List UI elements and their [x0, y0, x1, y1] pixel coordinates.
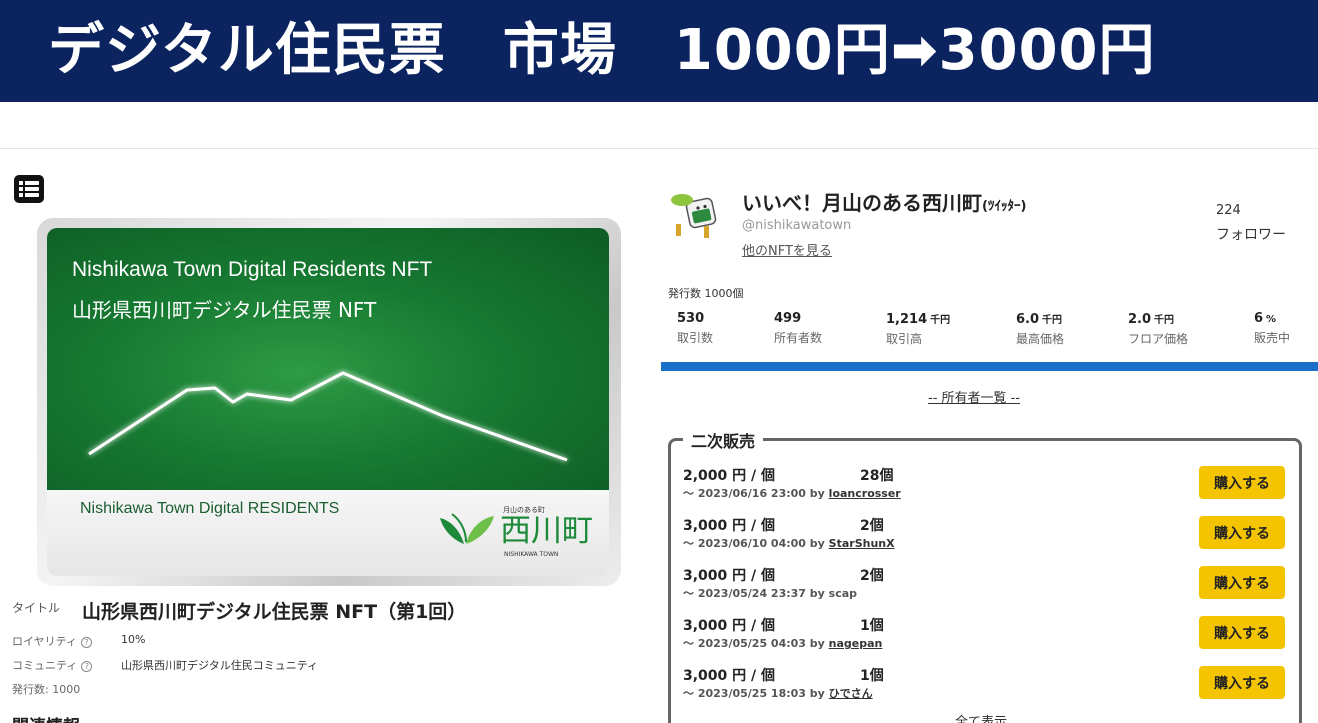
stats-progress-bar: [661, 362, 1318, 371]
banner-title: デジタル住民票 市場 1000円➡3000円: [48, 18, 1156, 83]
stat-trades: 530 取引数: [677, 311, 714, 345]
listing-row: 3,000 円 / 個 2個 ～ 2023/05/24 23:37 by sca…: [683, 565, 1293, 609]
buy-button[interactable]: 購入する: [1199, 516, 1285, 549]
followers-count: 224: [1216, 203, 1241, 218]
top-banner: デジタル住民票 市場 1000円➡3000円: [0, 0, 1318, 102]
owners-list-link[interactable]: -- 所有者一覧 --: [928, 387, 1020, 406]
seller-link[interactable]: loancrosser: [829, 487, 901, 500]
show-all-link[interactable]: 全て表示: [955, 711, 1007, 723]
help-icon[interactable]: ?: [81, 660, 93, 672]
listing-row: 3,000 円 / 個 1個 ～ 2023/05/25 18:03 by ひでさ…: [683, 665, 1293, 709]
card-title-en: Nishikawa Town Digital Residents NFT: [72, 258, 433, 281]
buy-button[interactable]: 購入する: [1199, 616, 1285, 649]
stat-on-sale: 6% 販売中: [1254, 311, 1291, 345]
nft-title: 山形県西川町デジタル住民票 NFT（第1回）: [82, 601, 467, 623]
royalty-value: 10%: [121, 633, 146, 646]
mountain-line: [88, 371, 568, 462]
buy-button[interactable]: 購入する: [1199, 666, 1285, 699]
logo-town-name: 西川町: [500, 513, 593, 549]
secondary-sales-title: 二次販売: [683, 428, 764, 452]
title-label: タイトル: [12, 601, 61, 615]
listing-row: 2,000 円 / 個 28個 ～ 2023/06/16 23:00 by lo…: [683, 465, 1293, 509]
seller-link[interactable]: StarShunX: [829, 537, 895, 550]
followers-label: フォロワー: [1216, 227, 1286, 243]
seller-name: scap: [828, 587, 858, 600]
card-footer-text: Nishikawa Town Digital RESIDENTS: [80, 500, 340, 517]
listing-row: 3,000 円 / 個 1個 ～ 2023/05/25 04:03 by nag…: [683, 615, 1293, 659]
seller-link[interactable]: ひでさん: [829, 687, 873, 700]
related-heading: 関連情報: [12, 712, 80, 723]
list-menu-icon[interactable]: [14, 175, 44, 203]
stat-floor-price: 2.0 千円 フロア価格: [1128, 312, 1189, 346]
listing-row: 3,000 円 / 個 2個 ～ 2023/06/10 04:00 by Sta…: [683, 515, 1293, 559]
community-label: コミュニティ?: [12, 657, 93, 673]
seller-link[interactable]: nagepan: [829, 637, 883, 650]
royalty-label: ロイヤリティ?: [12, 633, 93, 649]
other-nft-link[interactable]: 他のNFTを見る: [742, 240, 832, 259]
header-divider: [0, 148, 1318, 149]
account-name[interactable]: いいべ！月山のある西川町(ﾂｲｯﾀｰ): [742, 187, 1026, 216]
logo-town-en: NISHIKAWA TOWN: [504, 551, 559, 558]
buy-button[interactable]: 購入する: [1199, 566, 1285, 599]
card-title-jp: 山形県西川町デジタル住民票 NFT: [72, 298, 377, 322]
issued-total: 発行数 1000個: [668, 287, 744, 300]
account-avatar[interactable]: [668, 188, 728, 244]
stat-owners: 499 所有者数: [774, 311, 823, 345]
issued-count: 発行数: 1000: [12, 683, 81, 696]
community-value: 山形県西川町デジタル住民コミュニティ: [121, 659, 319, 672]
account-handle: @nishikawatown: [742, 218, 852, 233]
stat-volume: 1,214 千円 取引高: [886, 312, 951, 346]
help-icon[interactable]: ?: [81, 636, 93, 648]
town-leaf-logo-icon: [440, 513, 494, 544]
buy-button[interactable]: 購入する: [1199, 466, 1285, 499]
stat-highest-price: 6.0 千円 最高価格: [1016, 312, 1065, 346]
